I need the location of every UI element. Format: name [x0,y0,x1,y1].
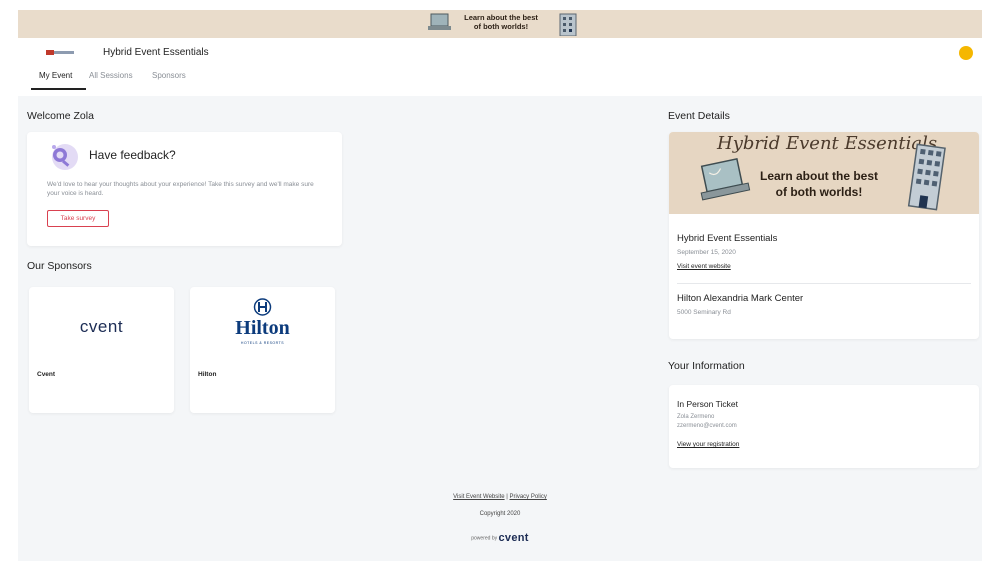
feedback-card: Have feedback? We'd love to hear your th… [27,132,342,246]
feedback-body: We'd love to hear your thoughts about yo… [47,181,314,197]
hilton-logo: Hilton [235,317,290,339]
active-tab-indicator [31,88,86,90]
your-information-card: In Person Ticket Zola Zermeno zzermeno@c… [669,385,979,468]
top-banner-text: Learn about the best of both worlds! [456,13,546,31]
tab-my-event[interactable]: My Event [39,71,72,80]
top-banner-line1: Learn about the best [464,13,538,22]
cvent-footer-logo[interactable]: cvent [499,532,529,544]
powered-by-text: powered by [471,535,498,542]
event-date: September 15, 2020 [677,249,736,256]
event-name: Hybrid Event Essentials [677,233,778,244]
top-banner: Learn about the best of both worlds! [18,10,982,38]
ticket-type: In Person Ticket [677,399,738,409]
sponsor-card-hilton[interactable]: Hilton HOTELS & RESORTS Hilton [190,287,335,413]
cvent-logo: cvent [79,317,124,336]
divider [677,283,971,284]
venue-name: Hilton Alexandria Mark Center [677,293,804,304]
hilton-logo-sub: HOTELS & RESORTS [240,341,285,345]
hilton-emblem-icon [253,298,272,316]
welcome-heading: Welcome Zola [27,110,94,122]
footer-privacy-link[interactable]: Privacy Policy [510,494,547,500]
take-survey-button[interactable]: Take survey [47,210,109,227]
feedback-icon [52,144,78,170]
event-banner-line1: Learn about the best [759,169,878,183]
tab-all-sessions[interactable]: All Sessions [89,71,133,80]
event-details-heading: Event Details [668,110,730,122]
footer-separator: | [506,494,508,500]
sponsor-name: Cvent [37,371,56,378]
attendee-email: zzermeno@cvent.com [677,423,737,429]
event-logo[interactable] [46,48,74,58]
sponsor-name: Hilton [198,371,217,378]
footer-visit-website-link[interactable]: Visit Event Website [453,494,504,500]
venue-address: 5000 Seminary Rd [677,309,731,316]
building-icon [559,13,577,36]
event-details-card: Hybrid Event Essentials Learn about the … [669,132,979,339]
user-avatar[interactable] [959,46,973,60]
sponsor-card-cvent[interactable]: cvent Cvent [29,287,174,413]
event-banner: Hybrid Event Essentials Learn about the … [669,132,979,214]
footer-copyright: Copyright 2020 [479,511,521,517]
footer-links: Visit Event Website | Privacy Policy [18,494,982,500]
visit-event-website-link[interactable]: Visit event website [677,263,731,270]
header: Hybrid Event Essentials My Event All Ses… [18,38,982,96]
powered-by: powered by cvent [18,532,982,544]
event-banner-text: Learn about the best of both worlds! [749,168,889,200]
view-registration-link[interactable]: View your registration [677,441,739,448]
building-icon [907,143,946,211]
laptop-icon [700,157,751,201]
event-banner-line2: of both worlds! [775,185,863,199]
attendee-name: Zola Zermeno [677,414,715,420]
your-information-heading: Your Information [668,360,745,372]
laptop-icon [428,13,451,30]
tab-sponsors[interactable]: Sponsors [152,71,186,80]
page: Learn about the best of both worlds! Hyb… [18,10,982,561]
top-banner-line2: of both worlds! [473,22,529,31]
event-title: Hybrid Event Essentials [103,47,209,58]
sponsors-heading: Our Sponsors [27,260,92,272]
feedback-title: Have feedback? [89,148,176,162]
